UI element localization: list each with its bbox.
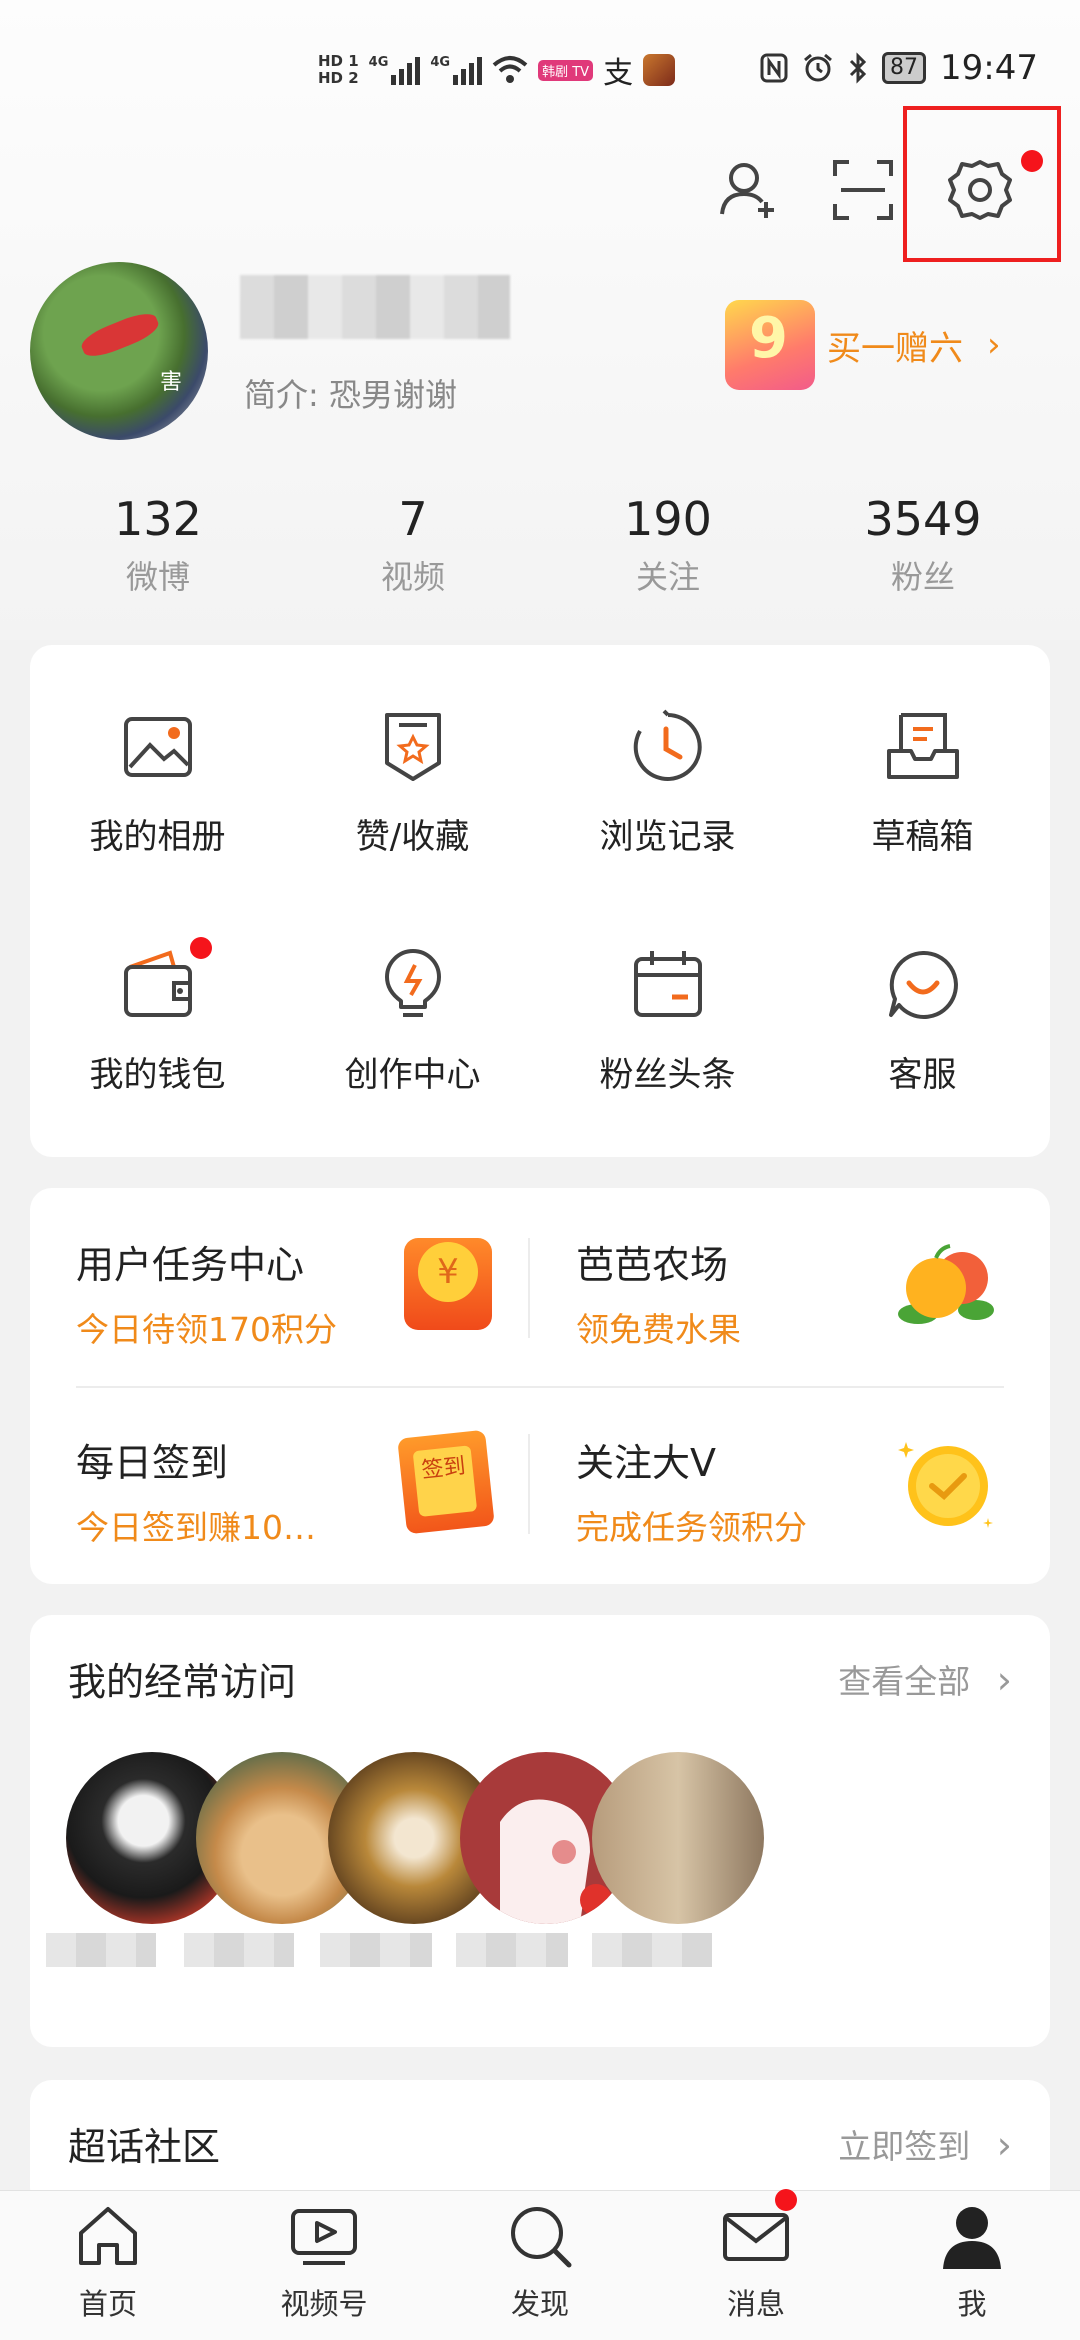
tasks-card: 用户任务中心 今日待领170积分 ¥ 芭芭农场 领免费水果 每日签到 今日签到赚… [30,1188,1050,1584]
stat-videos[interactable]: 7 视频 [313,492,513,598]
settings-highlight-box [903,106,1061,262]
visited-user-avatar[interactable] [592,1752,764,1924]
home-icon [79,2207,137,2265]
bottom-nav: 首页 视频号 发现 消息 我 [0,2189,1080,2340]
chevron-right-icon: › [996,2123,1012,2167]
chevron-right-icon: › [996,1658,1012,1702]
task-follow-big-v[interactable]: 关注大V 完成任务领积分 [576,1432,807,1549]
photo-album-icon [123,717,192,777]
mail-icon [723,2213,789,2261]
task-baba-farm[interactable]: 芭芭农场 领免费水果 [576,1234,741,1351]
profile-bio: 简介: 恐男谢谢 [244,376,457,414]
tool-fans-headline[interactable]: 粉丝头条 [540,945,795,1096]
tool-creator-center[interactable]: 创作中心 [285,945,540,1096]
tool-wallet[interactable]: 我的钱包 [30,945,285,1096]
check-coin-icon [898,1442,993,1528]
visited-user-name-redacted [46,1933,156,1967]
stat-weibo[interactable]: 132 微博 [58,492,258,598]
creator-bulb-icon [384,949,441,1017]
video-icon [291,2209,357,2265]
game-app-icon [643,54,676,86]
checkin-card-icon: 签到 [397,1429,495,1535]
nav-me[interactable]: 我 [864,2201,1080,2323]
checkin-now-link[interactable]: 立即签到 › [838,2120,1012,2168]
signal-2-icon: 4G [430,55,483,85]
stat-fans[interactable]: 3549 粉丝 [823,492,1023,598]
username-redacted[interactable] [240,275,510,339]
promo-cake-icon: 9 [725,300,815,390]
divider [528,1434,530,1534]
avatar[interactable]: 害 [30,262,208,440]
vip-promo[interactable]: 9 买一赠六 › [725,300,1001,390]
visited-user-name-redacted [320,1933,432,1967]
clock: 19:47 [940,48,1038,88]
customer-service-icon [888,950,958,1019]
wallet-icon [123,950,192,1017]
pay-app-icon: 支 [603,56,634,91]
task-user-center[interactable]: 用户任务中心 今日待领170积分 [76,1234,337,1351]
favorites-icon [384,713,441,781]
promo-label: 买一赠六 [827,328,963,369]
signal-1-icon: 4G [369,55,421,85]
bluetooth-icon [849,52,867,84]
scan-icon[interactable] [823,150,903,230]
chevron-right-icon: › [987,325,1001,365]
add-friend-icon[interactable] [708,150,788,230]
sim-indicator: HD 1 HD 2 [318,52,359,87]
visited-user-name-redacted [592,1933,712,1967]
stat-following[interactable]: 190 关注 [568,492,768,598]
profile-icon [943,2207,1001,2269]
task-daily-checkin[interactable]: 每日签到 今日签到赚10… [76,1432,316,1549]
coin-pouch-icon: ¥ [404,1238,492,1330]
search-icon [511,2207,572,2268]
fruit-icon [898,1244,994,1324]
calendar-icon [633,951,702,1017]
tool-favorites[interactable]: 赞/收藏 [285,707,540,858]
nav-home[interactable]: 首页 [0,2201,216,2323]
divider [76,1386,1004,1388]
frequent-visits-title: 我的经常访问 [68,1660,297,1704]
draft-box-icon [886,713,959,779]
tool-photo-album[interactable]: 我的相册 [30,707,285,858]
messages-notification-dot [775,2189,797,2211]
wallet-notification-dot [190,937,212,959]
visited-user-name-redacted [456,1933,568,1967]
visited-user-name-redacted [184,1933,294,1967]
alarm-icon [804,53,832,82]
divider [528,1238,530,1338]
nfc-icon [760,53,788,83]
super-topic-title: 超话社区 [68,2125,221,2169]
nav-messages[interactable]: 消息 [648,2201,864,2323]
tool-drafts[interactable]: 草稿箱 [795,707,1050,858]
tools-card: 我的相册 赞/收藏 浏览记录 草稿箱 我的钱包 创作中心 粉丝头条 客服 [30,645,1050,1157]
frequent-visits-card: 我的经常访问 查看全部 › [30,1615,1050,2047]
tv-app-icon: 韩剧 TV [538,59,594,81]
wifi-icon [492,56,528,83]
nav-discover[interactable]: 发现 [432,2201,648,2323]
battery-icon: 87 [882,52,927,84]
status-bar: HD 1 HD 2 4G 4G 韩剧 TV 支 87 19:47 [0,40,1080,110]
view-all-link[interactable]: 查看全部 › [838,1655,1012,1703]
nav-video[interactable]: 视频号 [216,2201,432,2323]
tool-history[interactable]: 浏览记录 [540,707,795,858]
history-clock-icon [633,709,702,781]
tool-customer-service[interactable]: 客服 [795,945,1050,1096]
